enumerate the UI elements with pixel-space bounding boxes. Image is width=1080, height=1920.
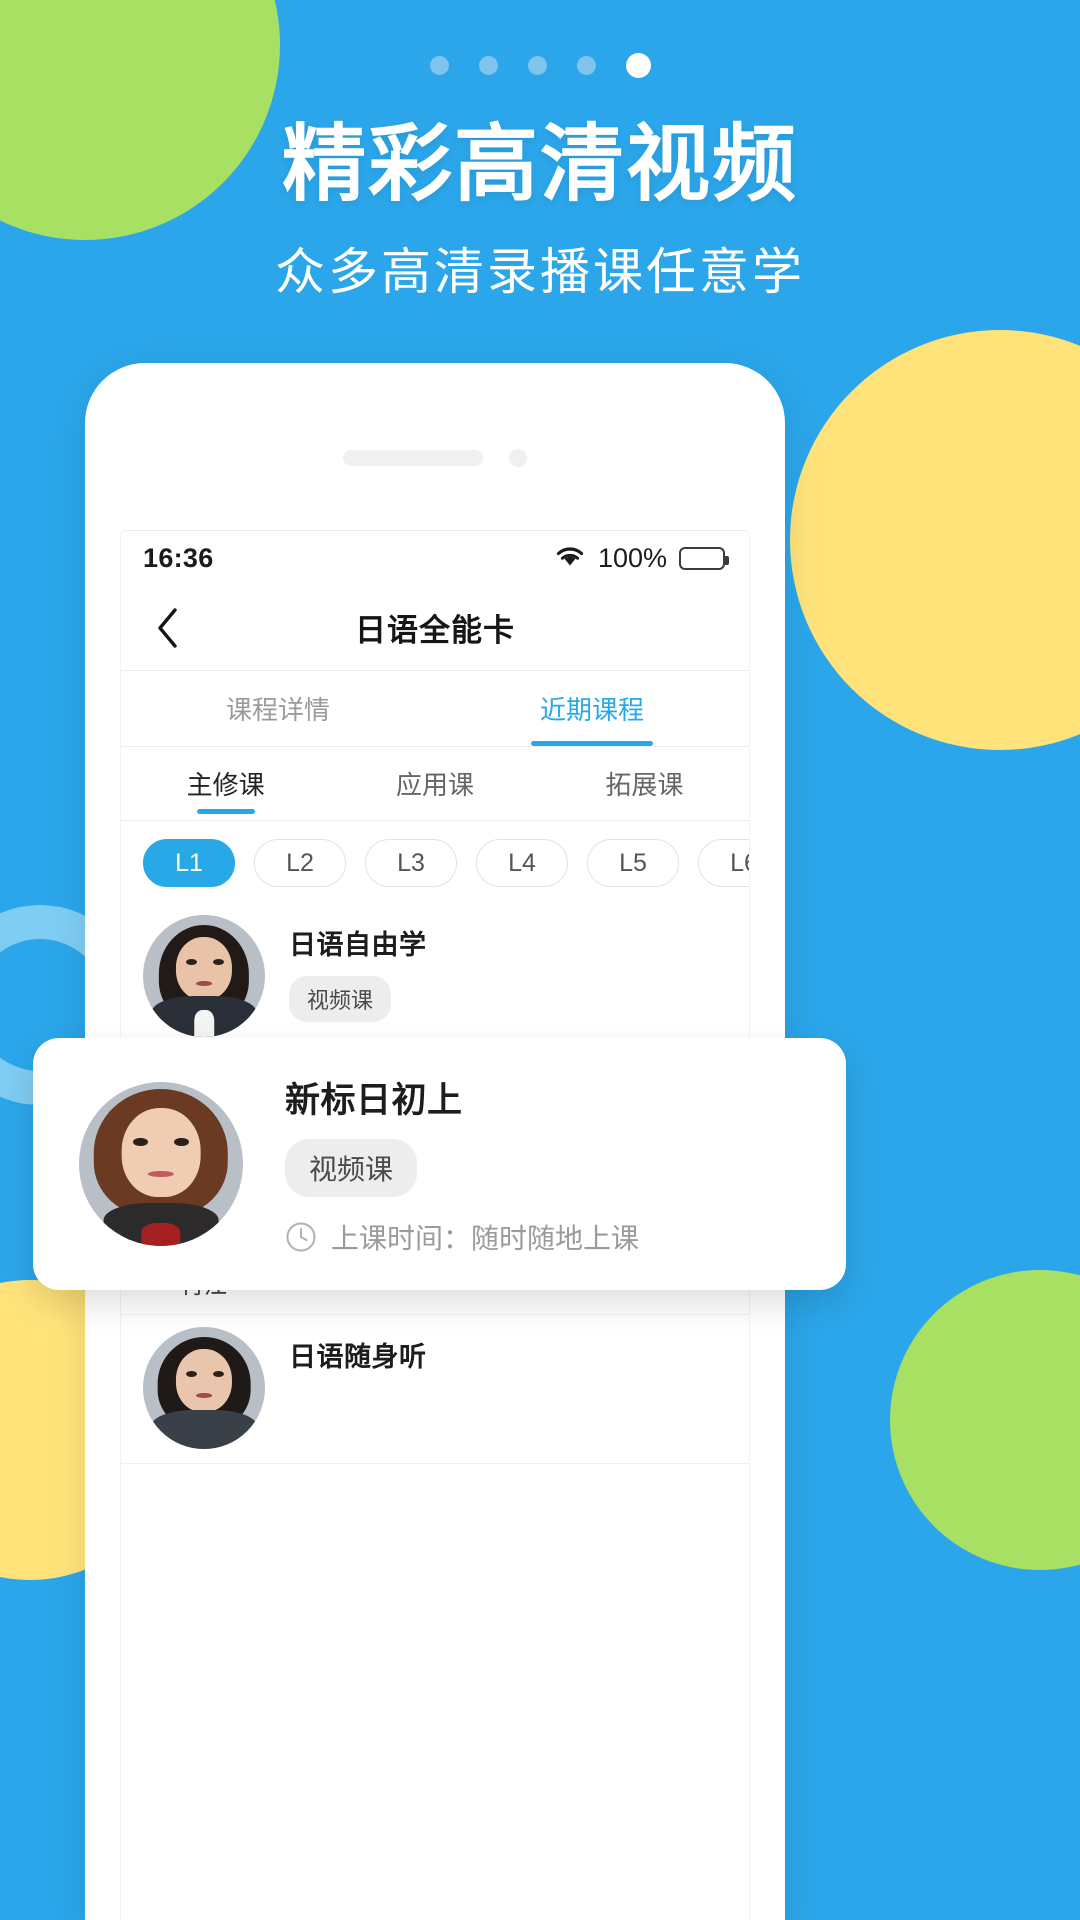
page-dot-1[interactable] (429, 56, 449, 75)
subtab-extension-course-label: 拓展课 (605, 770, 684, 800)
battery-full-icon (679, 546, 729, 570)
highlighted-course-info: 新标日初上 视频课 上课时间：随时随地上课 (285, 1072, 639, 1257)
status-badge: 视频课 (285, 1138, 418, 1197)
highlighted-course-card[interactable]: 新标日初上 视频课 上课时间：随时随地上课 (33, 1038, 846, 1290)
page-dot-3[interactable] (527, 56, 547, 75)
page-dot-4[interactable] (576, 56, 596, 75)
course-time-label: 上课时间：随时随地上课 (331, 1222, 640, 1254)
phone-speaker-row (85, 449, 785, 467)
course-tabs: 课程详情 近期课程 (121, 671, 749, 747)
onboarding-page-dots (0, 53, 1080, 78)
phone-earpiece (343, 450, 483, 466)
tab-recent-courses-label: 近期课程 (539, 695, 644, 725)
course-title: 日语随身听 (289, 1342, 427, 1372)
level-chip-l4-label: L4 (508, 848, 536, 877)
page-title: 日语全能卡 (355, 613, 515, 648)
course-time-row: 上课时间：随时随地上课 (285, 1217, 639, 1257)
level-chip-l1-label: L1 (175, 848, 203, 877)
battery-percent-label: 100% (597, 542, 667, 573)
level-chip-l5[interactable]: L5 (587, 839, 679, 887)
avatar (143, 1327, 265, 1449)
phone-front-camera (509, 449, 527, 467)
promo-headline: 精彩高清视频 (281, 117, 798, 211)
level-chip-l3[interactable]: L3 (365, 839, 457, 887)
status-bar-time: 16:36 (143, 542, 214, 573)
level-chip-l5-label: L5 (619, 848, 647, 877)
decor-blob-green-bottomright (890, 1270, 1080, 1570)
page-dot-5-active[interactable] (625, 53, 651, 78)
status-bar-indicators: 100% (554, 542, 729, 574)
course-title: 日语自由学 (289, 930, 427, 960)
decor-blob-yellow-right (790, 330, 1080, 750)
promo-subheadline: 众多高清录播课任意学 (275, 244, 805, 301)
status-badge: 视频课 (289, 976, 392, 1022)
clock-icon (285, 1221, 317, 1253)
avatar (143, 915, 265, 1037)
level-chip-l1[interactable]: L1 (143, 839, 235, 887)
subtab-applied-course[interactable]: 应用课 (330, 747, 539, 820)
app-navbar: 日语全能卡 (121, 585, 749, 671)
subtab-extension-course[interactable]: 拓展课 (540, 747, 749, 820)
chevron-left-icon[interactable] (141, 601, 195, 655)
promo-text-block: 精彩高清视频 众多高清录播课任意学 (0, 120, 1080, 304)
level-chip-l2-label: L2 (286, 848, 314, 877)
tab-recent-courses[interactable]: 近期课程 (435, 671, 749, 746)
subtab-major-course[interactable]: 主修课 (121, 747, 330, 820)
page-dot-2[interactable] (478, 56, 498, 75)
course-subtabs: 主修课 应用课 拓展课 (121, 747, 749, 821)
level-chip-l6-label: L6 (730, 848, 749, 877)
table-row[interactable]: 日语随身听 (121, 1315, 749, 1464)
subtab-applied-course-label: 应用课 (395, 770, 474, 800)
level-chip-l6[interactable]: L6 (698, 839, 749, 887)
subtab-major-course-label: 主修课 (186, 770, 265, 800)
level-filter-chips[interactable]: L1 L2 L3 L4 L5 L6 L7 (121, 821, 749, 903)
wifi-icon (554, 544, 586, 573)
course-info: 日语随身听 (289, 1327, 427, 1374)
status-bar: 16:36 100% (121, 531, 749, 585)
avatar (79, 1082, 243, 1246)
level-chip-l3-label: L3 (397, 848, 425, 877)
level-chip-l2[interactable]: L2 (254, 839, 346, 887)
tab-course-detail-label: 课程详情 (225, 695, 330, 725)
tab-course-detail[interactable]: 课程详情 (121, 671, 435, 746)
course-title: 新标日初上 (285, 1080, 463, 1120)
level-chip-l4[interactable]: L4 (476, 839, 568, 887)
